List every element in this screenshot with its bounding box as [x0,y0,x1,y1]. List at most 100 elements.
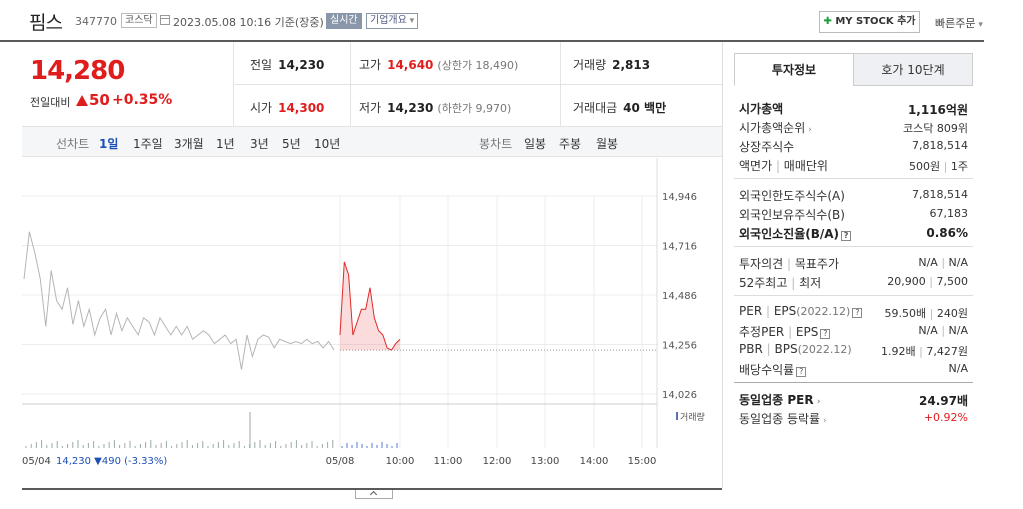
invest-row-value: N/A | N/A [918,256,968,269]
invest-row-label: 외국인보유주식수(B) [739,208,845,222]
change-rate: +0.35% [112,92,173,108]
invest-row-value-2: 1주 [950,160,968,173]
invest-row-value-2: N/A [948,324,968,337]
invest-row-label: PER | EPS(2022.12)? [739,304,863,318]
invest-row-period: (2022.12) [796,305,851,318]
mystock-add-button[interactable]: ✚ MY STOCK 추가 [819,11,920,33]
invest-panel: 투자정보 호가 10단계 시가총액 1,116억원시가총액순위 › 코스닥 809위… [722,42,984,488]
invest-row: 투자의견 | 목표주가 N/A | N/A [734,253,973,272]
calendar-icon [160,15,170,25]
summary-grid: 전일 14,230 고가 14,640 (상한가 18,490) 거래량 2,813 시… [233,42,722,126]
tab-period-1w[interactable]: 1주일 [133,135,163,152]
tab-orderbook-10[interactable]: 호가 10단계 [853,53,973,86]
invest-row-label: 시가총액 [739,102,784,116]
divider [233,84,722,85]
invest-row-label: 시가총액순위 › [739,121,812,135]
legend-swatch [676,412,678,420]
x-tick-label: 05/08 [326,456,355,467]
chevron-right-icon[interactable]: › [805,125,812,135]
separator: | [762,304,774,318]
expand-chart-button[interactable] [355,490,393,499]
invest-row: 배당수익률? N/A [734,359,973,378]
chevron-right-icon[interactable]: › [820,416,827,426]
y-tick-label: 14,486 [662,291,697,302]
x-tick-label: 13:00 [531,456,560,467]
stock-page: 핌스 347770 코스닥 2023.05.08 10:16 기준(장중) 실시… [0,0,1023,509]
invest-group: PER | EPS(2022.12)? 59.50배 | 240원 추정PER | … [734,295,973,382]
tab-invest-info[interactable]: 투자정보 [734,53,854,86]
tab-period-1y[interactable]: 1년 [216,135,235,152]
invest-row-label-2: 목표주가 [794,257,840,271]
corp-info-dropdown[interactable]: 기업개요 ▾ [366,13,419,29]
invest-row-label: 투자의견 | 목표주가 [739,257,840,271]
chevron-down-icon: ▾ [406,16,415,26]
realtime-button[interactable]: 실시간 [326,13,362,29]
invest-row: 시가총액순위 › 코스닥 809위 [734,117,973,136]
invest-row-value: +0.92% [923,411,968,424]
help-icon[interactable]: ? [852,308,863,318]
fast-order-label: 빠른주문 [935,17,976,30]
summary-prev: 전일 14,230 [250,58,325,72]
invest-row-period: (2022.12) [797,343,852,356]
invest-row: PBR | BPS(2022.12) 1.92배 | 7,427원 [734,340,973,359]
invest-row-value: 코스닥 809위 [903,122,968,135]
tab-period-5y[interactable]: 5년 [282,135,301,152]
stock-name: 핌스 [29,12,63,34]
summary-low: 저가 14,230 (하한가 9,970) [359,101,512,115]
x-tick-label: 12:00 [483,456,512,467]
current-price: 14,280 [30,56,125,86]
stock-header: 핌스 347770 코스닥 2023.05.08 10:16 기준(장중) 실시… [0,0,984,42]
invest-row-label: 외국인한도주식수(A) [739,189,845,203]
help-icon[interactable]: ? [820,329,831,339]
tab-candle-month[interactable]: 월봉 [596,135,618,152]
invest-row-value-2: 240원 [936,307,968,320]
tab-period-10y[interactable]: 10년 [314,135,340,152]
y-tick-label: 14,256 [662,341,697,352]
invest-row-label-2: 최저 [799,276,822,290]
separator: | [925,275,937,288]
tab-period-3m[interactable]: 3개월 [174,135,204,152]
invest-row-value: 7,818,514 [912,139,968,152]
invest-row: 액면가 | 매매단위 500원 | 1주 [734,155,973,174]
x-tick-label: 11:00 [434,456,463,467]
invest-row-label: 동일업종 PER › [739,393,821,407]
price-box: 14,280 전일대비 50 +0.35% [22,42,232,126]
invest-row-label: 배당수익률? [739,361,807,378]
price-change: 50 [76,91,110,109]
invest-row-label-2: EPS [795,325,819,339]
candle-chart-label: 봉차트 [479,137,513,151]
help-icon[interactable]: ? [841,231,852,241]
invest-row-label: 동일업종 등락률 › [739,412,827,426]
tab-period-3y[interactable]: 3년 [250,135,269,152]
change-value: 50 [89,91,110,109]
invest-row-value: 1.92배 | 7,427원 [881,345,968,358]
separator: | [937,256,949,269]
help-icon[interactable]: ? [796,367,807,377]
y-tick-label: 14,946 [662,192,697,203]
market-badge: 코스닥 [121,13,157,28]
x-tick-label: 10:00 [386,456,415,467]
y-tick-label: 14,026 [662,390,697,401]
price-chart[interactable]: 14,946 14,716 14,486 14,256 14,026 거래량 05/04 05… [22,158,722,488]
invest-group: 투자의견 | 목표주가 N/A | N/A 52주최고 | 최저 20,900 | 7… [734,246,973,295]
tab-candle-day[interactable]: 일봉 [524,135,546,152]
invest-row-value: 20,900 | 7,500 [887,275,968,288]
x-tick-label: 15:00 [628,456,657,467]
invest-row-value: 0.86% [926,226,968,240]
invest-row: 시가총액 1,116억원 [734,98,973,117]
invest-tabs: 투자정보 호가 10단계 [734,53,973,86]
chevron-right-icon[interactable]: › [814,397,821,407]
invest-row: 외국인한도주식수(A) 7,818,514 [734,185,973,204]
fast-order-dropdown[interactable]: 빠른주문 ▾ [935,15,983,31]
invest-row-value: N/A | N/A [918,324,968,337]
y-tick-label: 14,716 [662,242,697,253]
stock-code: 347770 [75,15,117,28]
invest-row-value: N/A [948,362,968,375]
line-chart-label: 선차트 [56,137,90,151]
invest-row-value: 1,116억원 [907,103,968,117]
tab-period-1d[interactable]: 1일 [99,135,118,152]
x-tick-label: 14:00 [580,456,609,467]
invest-row: PER | EPS(2022.12)? 59.50배 | 240원 [734,302,973,321]
invest-row: 외국인보유주식수(B) 67,183 [734,204,973,223]
tab-candle-week[interactable]: 주봉 [559,135,581,152]
